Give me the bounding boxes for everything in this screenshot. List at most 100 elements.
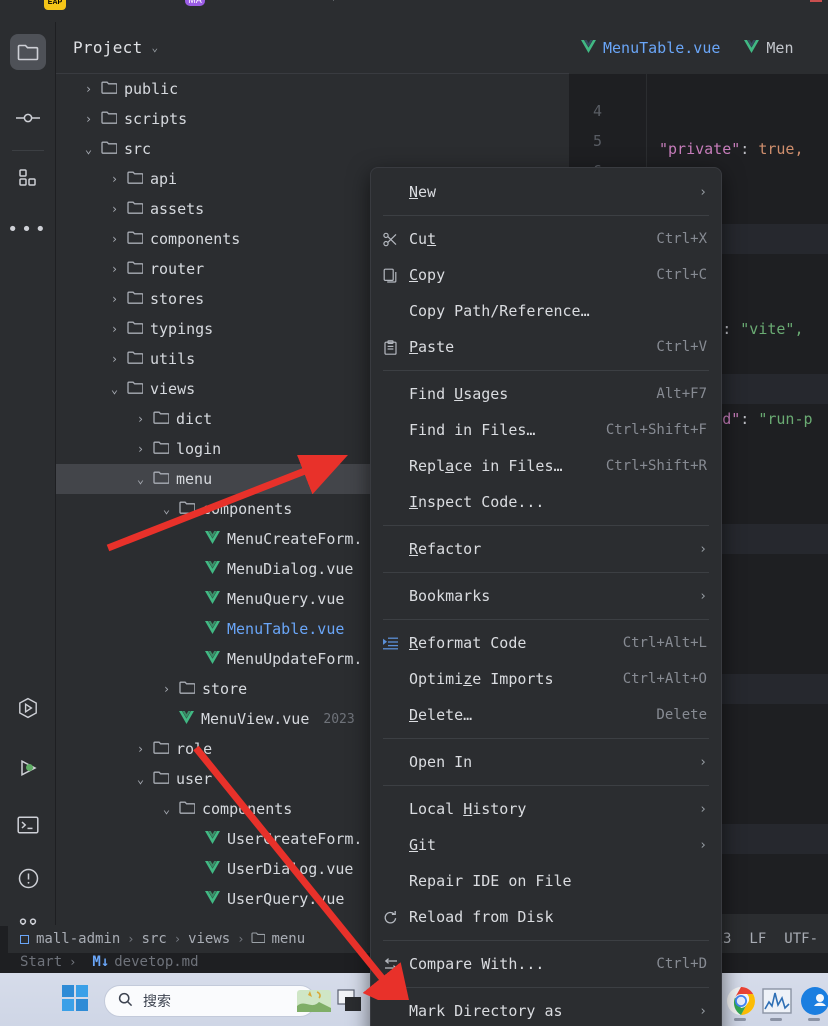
menu-item-compare-with[interactable]: Compare With...Ctrl+D	[371, 946, 721, 982]
menu-item-bookmarks[interactable]: Bookmarks›	[371, 578, 721, 614]
sidebar-item-problems[interactable]	[10, 860, 46, 896]
chevron-right-icon[interactable]: ›	[134, 742, 147, 756]
sidebar-item-structure[interactable]	[10, 160, 46, 196]
breadcrumb-item-2[interactable]: views	[188, 931, 230, 947]
project-name-label[interactable]: mall-admin	[212, 0, 290, 4]
branch-name-label[interactable]: master	[346, 0, 393, 4]
monitor-chart-icon[interactable]	[759, 983, 795, 1019]
editor-tab-1[interactable]: Men	[732, 22, 805, 74]
scissors-icon	[383, 232, 409, 247]
windows-start-button[interactable]	[62, 985, 90, 1013]
chevron-right-icon[interactable]: ›	[108, 352, 121, 366]
chevron-right-icon[interactable]: ›	[82, 82, 95, 96]
blue-app-icon[interactable]	[797, 983, 828, 1019]
menu-item-replace-in-files[interactable]: Replace in Files…Ctrl+Shift+R	[371, 448, 721, 484]
menu-item-reformat-code[interactable]: Reformat CodeCtrl+Alt+L	[371, 625, 721, 661]
menu-item-open-in[interactable]: Open In›	[371, 744, 721, 780]
menu-item-delete[interactable]: Delete…Delete	[371, 697, 721, 733]
chevron-right-icon[interactable]: ›	[108, 202, 121, 216]
sidebar-item-more[interactable]: •••	[10, 212, 46, 248]
menu-item-mark-directory-as[interactable]: Mark Directory as›	[371, 993, 721, 1026]
editor-tab-0[interactable]: MenuTable.vue	[569, 22, 732, 74]
close-window-button[interactable]	[810, 0, 822, 2]
chevron-right-icon[interactable]: ›	[108, 262, 121, 276]
chevron-right-icon[interactable]: ›	[82, 112, 95, 126]
menu-item-find-in-files[interactable]: Find in Files…Ctrl+Shift+F	[371, 412, 721, 448]
breadcrumb-item-1[interactable]: src	[142, 931, 167, 947]
menu-item-copy[interactable]: CopyCtrl+C	[371, 257, 721, 293]
menu-item-optimize-imports[interactable]: Optimize ImportsCtrl+Alt+O	[371, 661, 721, 697]
chevron-right-icon[interactable]: ›	[134, 412, 147, 426]
menu-item-repair-ide-on-file[interactable]: Repair IDE on File	[371, 863, 721, 899]
tree-item-label: MenuDialog.vue	[227, 560, 353, 578]
chevron-down-icon[interactable]: ⌄	[108, 382, 121, 396]
chevron-down-icon[interactable]: ⌄	[152, 41, 159, 54]
menu-item-label: Paste	[409, 338, 644, 356]
menu-item-git[interactable]: Git›	[371, 827, 721, 863]
menu-item-local-history[interactable]: Local History›	[371, 791, 721, 827]
menu-item-copy-path-reference[interactable]: Copy Path/Reference…	[371, 293, 721, 329]
chevron-down-icon[interactable]: ⌄	[134, 772, 147, 786]
sidebar-item-debug[interactable]	[10, 750, 46, 786]
tree-item-src[interactable]: ⌄src	[56, 134, 569, 164]
menu-item-inspect-code[interactable]: Inspect Code...	[371, 484, 721, 520]
sidebar-item-commit[interactable]	[10, 100, 46, 136]
tree-item-scripts[interactable]: ›scripts	[56, 104, 569, 134]
chevron-right-icon[interactable]: ›	[699, 589, 707, 604]
paste-icon	[383, 340, 409, 355]
menu-item-find-usages[interactable]: Find UsagesAlt+F7	[371, 376, 721, 412]
tree-item-label: MenuView.vue	[201, 710, 309, 728]
sidebar-item-run-hex[interactable]	[10, 690, 46, 726]
project-panel-header[interactable]: Project ⌄	[56, 22, 569, 74]
chevron-right-icon[interactable]: ›	[699, 542, 707, 557]
chevron-right-icon[interactable]: ›	[108, 292, 121, 306]
tree-item-label: dict	[176, 410, 212, 428]
chevron-down-icon[interactable]: ⌄	[82, 142, 95, 156]
chevron-right-icon[interactable]: ›	[160, 682, 173, 696]
tree-item-public[interactable]: ›public	[56, 74, 569, 104]
chrome-icon[interactable]	[723, 983, 759, 1019]
chevron-down-icon[interactable]: ⌄	[160, 502, 173, 516]
breadcrumb-behind-label: Start	[20, 954, 62, 970]
task-view-icon[interactable]	[332, 983, 368, 1019]
search-input[interactable]: 搜索	[104, 985, 316, 1017]
chevron-right-icon[interactable]: ›	[134, 442, 147, 456]
chevron-down-icon[interactable]: ⌄	[160, 802, 173, 816]
project-avatar[interactable]: MA	[185, 0, 205, 6]
menu-item-paste[interactable]: PasteCtrl+V	[371, 329, 721, 365]
menu-item-label: Delete…	[409, 706, 644, 724]
file-context-menu[interactable]: New› CutCtrl+XCopyCtrl+CCopy Path/Referen…	[370, 167, 722, 1026]
sidebar-item-project[interactable]	[10, 34, 46, 70]
chevron-right-icon: ›	[69, 955, 76, 969]
breadcrumb-item-3[interactable]: menu	[271, 931, 305, 947]
ellipsis-icon: •••	[7, 225, 49, 235]
menu-item-reload-from-disk[interactable]: Reload from Disk	[371, 899, 721, 935]
module-icon	[20, 935, 29, 944]
menu-item-new[interactable]: New›	[371, 174, 721, 210]
eap-badge-icon: EAP	[44, 0, 66, 10]
widgets-weather-icon[interactable]	[296, 983, 332, 1019]
file-encoding[interactable]: UTF-	[784, 931, 818, 947]
rail-divider	[12, 150, 44, 151]
chevron-right-icon[interactable]: ›	[699, 838, 707, 853]
chevron-right-icon[interactable]: ›	[699, 185, 707, 200]
menu-item-label: Reload from Disk	[409, 908, 707, 926]
menu-item-label: Refactor	[409, 540, 687, 558]
search-icon	[118, 992, 133, 1011]
chevron-right-icon[interactable]: ›	[699, 802, 707, 817]
menu-item-cut[interactable]: CutCtrl+X	[371, 221, 721, 257]
chevron-right-icon[interactable]: ›	[699, 755, 707, 770]
folder-icon	[127, 380, 143, 398]
tree-item-label: components	[202, 500, 292, 518]
branch-status-dot-icon: •	[424, 0, 430, 3]
chevron-down-icon[interactable]: ⌄	[134, 472, 147, 486]
folder-icon	[127, 170, 143, 188]
chevron-right-icon[interactable]: ›	[108, 322, 121, 336]
menu-item-refactor[interactable]: Refactor ›	[371, 531, 721, 567]
sidebar-item-terminal[interactable]	[10, 807, 46, 843]
chevron-right-icon[interactable]: ›	[108, 232, 121, 246]
breadcrumb-item-0[interactable]: mall-admin	[36, 931, 120, 947]
line-separator[interactable]: LF	[749, 931, 766, 947]
chevron-right-icon[interactable]: ›	[699, 1004, 707, 1019]
chevron-right-icon[interactable]: ›	[108, 172, 121, 186]
